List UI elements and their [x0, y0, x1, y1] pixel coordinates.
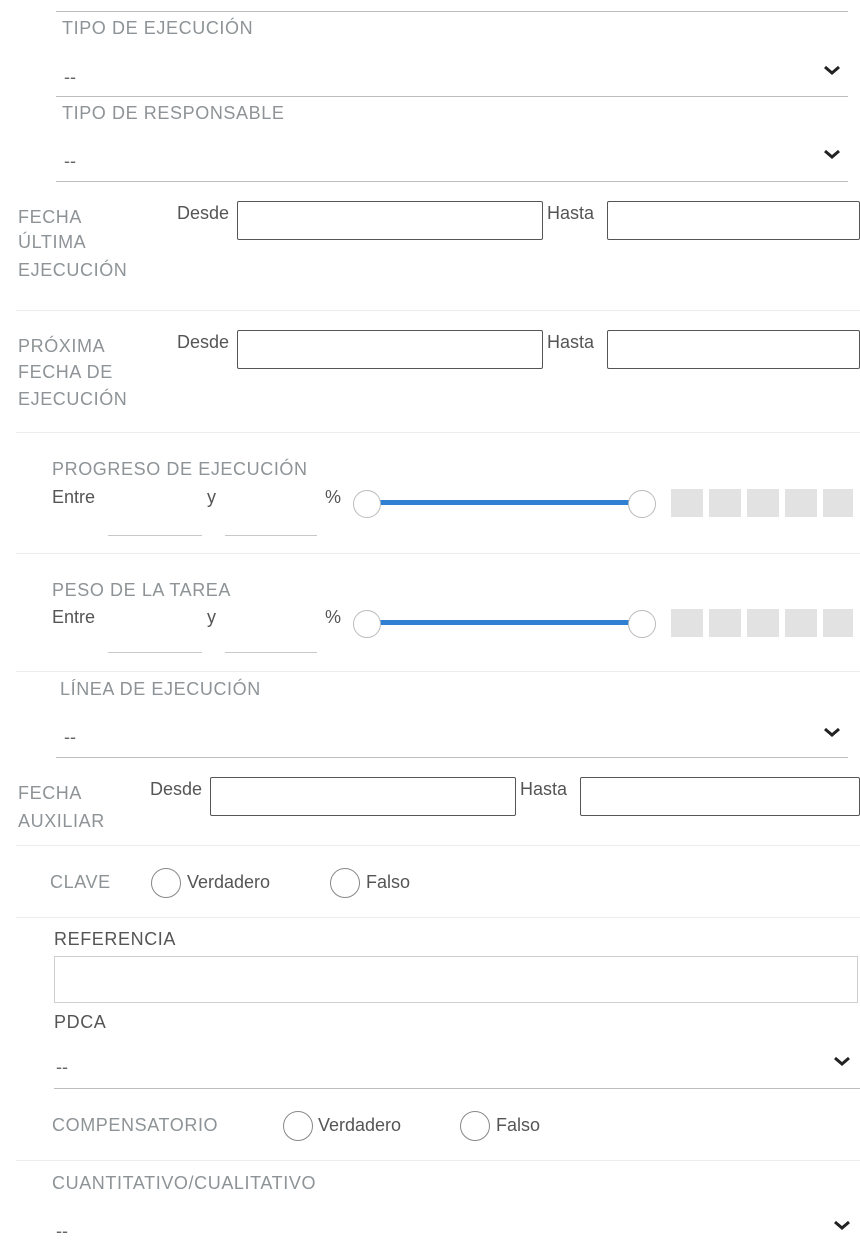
progreso-percent-label: %: [325, 487, 342, 507]
divider: [16, 310, 860, 311]
divider: [56, 96, 848, 97]
clave-label: CLAVE: [50, 872, 111, 892]
compensatorio-verdadero-radio[interactable]: [283, 1111, 313, 1141]
progreso-slider-max-handle[interactable]: [628, 490, 656, 518]
compensatorio-falso-radio[interactable]: [460, 1111, 490, 1141]
peso-slider-min-handle[interactable]: [353, 610, 381, 638]
progreso-entre-label: Entre: [52, 487, 96, 507]
proxima-fecha-label-3: EJECUCIÓN: [18, 389, 128, 409]
peso-max-input[interactable]: [225, 627, 317, 653]
proxima-fecha-desde-label: Desde: [177, 332, 230, 352]
fecha-ultima-label-2: ÚLTIMA: [18, 232, 87, 252]
fecha-auxiliar-desde-input[interactable]: [210, 777, 516, 816]
peso-block: [709, 609, 741, 637]
tipo-responsable-label: TIPO DE RESPONSABLE: [62, 103, 285, 123]
cuantitativo-label: CUANTITATIVO/CUALITATIVO: [52, 1173, 317, 1193]
progreso-y-label: y: [207, 487, 216, 507]
progreso-block: [709, 489, 741, 517]
divider: [16, 553, 860, 554]
cuantitativo-select[interactable]: --: [52, 1208, 860, 1246]
divider: [16, 671, 860, 672]
fecha-auxiliar-label-1: FECHA: [18, 783, 83, 803]
peso-block: [823, 609, 853, 637]
progreso-min-input[interactable]: [108, 510, 202, 536]
peso-block: [671, 609, 703, 637]
fecha-ultima-hasta-label: Hasta: [547, 203, 595, 223]
divider: [16, 432, 860, 433]
proxima-fecha-hasta-input[interactable]: [607, 330, 860, 369]
fecha-ultima-hasta-input[interactable]: [607, 201, 860, 240]
fecha-auxiliar-label-2: AUXILIAR: [18, 811, 105, 831]
chevron-down-icon: [834, 1056, 850, 1066]
compensatorio-verdadero-label[interactable]: Verdadero: [318, 1115, 401, 1136]
compensatorio-label: COMPENSATORIO: [52, 1115, 219, 1135]
peso-percent-label: %: [325, 607, 342, 627]
progreso-slider-min-handle[interactable]: [353, 490, 381, 518]
compensatorio-falso-label[interactable]: Falso: [496, 1115, 540, 1136]
divider: [16, 917, 860, 918]
linea-ejecucion-select[interactable]: --: [56, 716, 848, 752]
clave-verdadero-label[interactable]: Verdadero: [187, 872, 270, 893]
progreso-slider-track: [368, 500, 644, 505]
divider: [56, 11, 848, 12]
peso-entre-label: Entre: [52, 607, 96, 627]
fecha-auxiliar-hasta-input[interactable]: [580, 777, 860, 816]
divider: [16, 1160, 860, 1161]
tipo-ejecucion-label: TIPO DE EJECUCIÓN: [62, 18, 254, 38]
peso-slider-track: [368, 620, 644, 625]
pdca-value: --: [56, 1057, 68, 1077]
progreso-block: [747, 489, 779, 517]
progreso-label: PROGRESO DE EJECUCIÓN: [52, 459, 308, 479]
chevron-down-icon: [824, 149, 840, 159]
linea-ejecucion-label: LÍNEA DE EJECUCIÓN: [60, 679, 261, 699]
tipo-responsable-value: --: [64, 151, 76, 171]
fecha-ultima-desde-label: Desde: [177, 203, 230, 223]
cuantitativo-value: --: [56, 1221, 68, 1241]
peso-min-underline: [108, 652, 202, 653]
progreso-block: [785, 489, 817, 517]
divider: [54, 1088, 860, 1089]
progreso-block: [671, 489, 703, 517]
tipo-ejecucion-value: --: [64, 67, 76, 87]
chevron-down-icon: [834, 1220, 850, 1230]
proxima-fecha-label-2: FECHA DE: [18, 362, 113, 382]
pdca-select[interactable]: --: [54, 1044, 860, 1082]
peso-slider-max-handle[interactable]: [628, 610, 656, 638]
clave-falso-label[interactable]: Falso: [366, 872, 410, 893]
referencia-label: REFERENCIA: [54, 929, 177, 949]
peso-block: [747, 609, 779, 637]
progreso-min-underline: [108, 535, 202, 536]
peso-y-label: y: [207, 607, 216, 627]
peso-max-underline: [225, 652, 317, 653]
fecha-ultima-label-1: FECHA: [18, 207, 83, 227]
proxima-fecha-hasta-label: Hasta: [547, 332, 595, 352]
progreso-block: [823, 489, 853, 517]
divider: [16, 845, 860, 846]
proxima-fecha-desde-input[interactable]: [237, 330, 543, 369]
clave-verdadero-radio[interactable]: [151, 868, 181, 898]
fecha-ultima-label-3: EJECUCIÓN: [18, 260, 128, 280]
divider: [56, 181, 848, 182]
tipo-responsable-select[interactable]: --: [56, 140, 848, 176]
peso-label: PESO DE LA TAREA: [52, 580, 232, 600]
pdca-label: PDCA: [54, 1012, 107, 1032]
clave-falso-radio[interactable]: [330, 868, 360, 898]
fecha-auxiliar-desde-label: Desde: [150, 779, 203, 799]
peso-min-input[interactable]: [108, 627, 202, 653]
peso-block: [785, 609, 817, 637]
chevron-down-icon: [824, 727, 840, 737]
referencia-input[interactable]: [54, 956, 858, 1003]
fecha-ultima-desde-input[interactable]: [237, 201, 543, 240]
chevron-down-icon: [824, 65, 840, 75]
progreso-max-input[interactable]: [225, 510, 317, 536]
proxima-fecha-label-1: PRÓXIMA: [18, 336, 106, 356]
progreso-max-underline: [225, 535, 317, 536]
linea-ejecucion-value: --: [64, 727, 76, 747]
divider: [56, 757, 848, 758]
fecha-auxiliar-hasta-label: Hasta: [520, 779, 568, 799]
tipo-ejecucion-select[interactable]: --: [56, 56, 848, 92]
